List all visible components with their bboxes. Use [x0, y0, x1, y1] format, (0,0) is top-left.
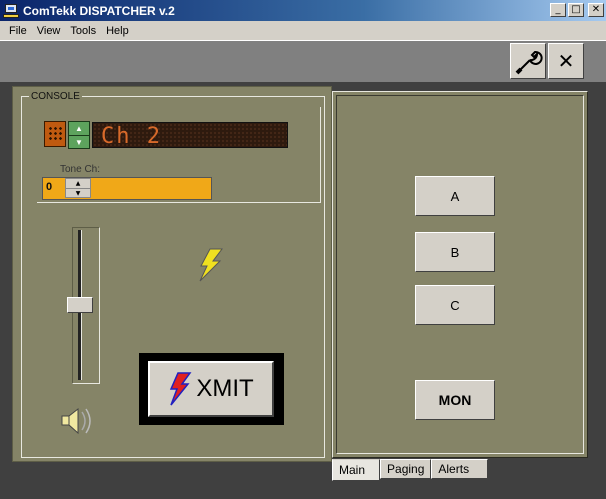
- wrench-icon: [515, 50, 543, 75]
- maximize-button[interactable]: □: [568, 3, 584, 17]
- channel-display: Ch 2: [92, 122, 288, 149]
- toolbar: ✕: [0, 40, 606, 82]
- tone-down-icon[interactable]: ▼: [66, 188, 90, 197]
- tab-main[interactable]: Main: [332, 459, 381, 481]
- transmit-bolt-icon: [170, 372, 192, 406]
- channel-down-icon[interactable]: ▼: [69, 135, 89, 148]
- minimize-button[interactable]: _: [550, 3, 566, 17]
- menu-file[interactable]: File: [4, 25, 32, 37]
- channel-spinner[interactable]: ▲ ▼: [68, 121, 90, 149]
- volume-slider-thumb[interactable]: [67, 297, 93, 313]
- channel-display-text: Ch 2: [101, 124, 162, 149]
- console-title: CONSOLE: [29, 91, 82, 102]
- tone-spinner[interactable]: ▲ ▼: [65, 178, 91, 198]
- speaker-icon[interactable]: [60, 406, 98, 439]
- title-bar: ComTekk DISPATCHER v.2 _ □ ✕: [0, 0, 606, 21]
- channel-c-button[interactable]: C: [415, 285, 495, 325]
- tone-up-icon[interactable]: ▲: [66, 179, 90, 188]
- settings-button[interactable]: [510, 43, 546, 79]
- tab-bar: Main Paging Alerts: [332, 459, 489, 481]
- close-tool-button[interactable]: ✕: [548, 43, 584, 79]
- menu-view[interactable]: View: [32, 25, 66, 37]
- menu-help[interactable]: Help: [101, 25, 134, 37]
- tone-field[interactable]: 0 ▲ ▼: [42, 177, 212, 200]
- close-icon: ✕: [557, 49, 575, 73]
- channel-select-icon[interactable]: [44, 121, 66, 147]
- window-title: ComTekk DISPATCHER v.2: [23, 3, 175, 18]
- xmit-button[interactable]: XMIT: [148, 361, 274, 417]
- xmit-label: XMIT: [196, 375, 254, 402]
- app-icon: [3, 3, 19, 19]
- lightning-icon: [196, 248, 226, 285]
- menu-bar: File View Tools Help: [0, 21, 606, 40]
- tone-value: 0: [46, 181, 53, 193]
- tone-label: Tone Ch:: [60, 164, 101, 175]
- tab-alerts[interactable]: Alerts: [431, 459, 489, 479]
- tab-paging[interactable]: Paging: [380, 459, 432, 479]
- monitor-button[interactable]: MON: [415, 380, 495, 420]
- channel-up-icon[interactable]: ▲: [69, 122, 89, 135]
- window-controls: _ □ ✕: [550, 3, 604, 17]
- close-window-button[interactable]: ✕: [588, 3, 604, 17]
- menu-tools[interactable]: Tools: [65, 25, 101, 37]
- channel-a-button[interactable]: A: [415, 176, 495, 216]
- channel-b-button[interactable]: B: [415, 232, 495, 272]
